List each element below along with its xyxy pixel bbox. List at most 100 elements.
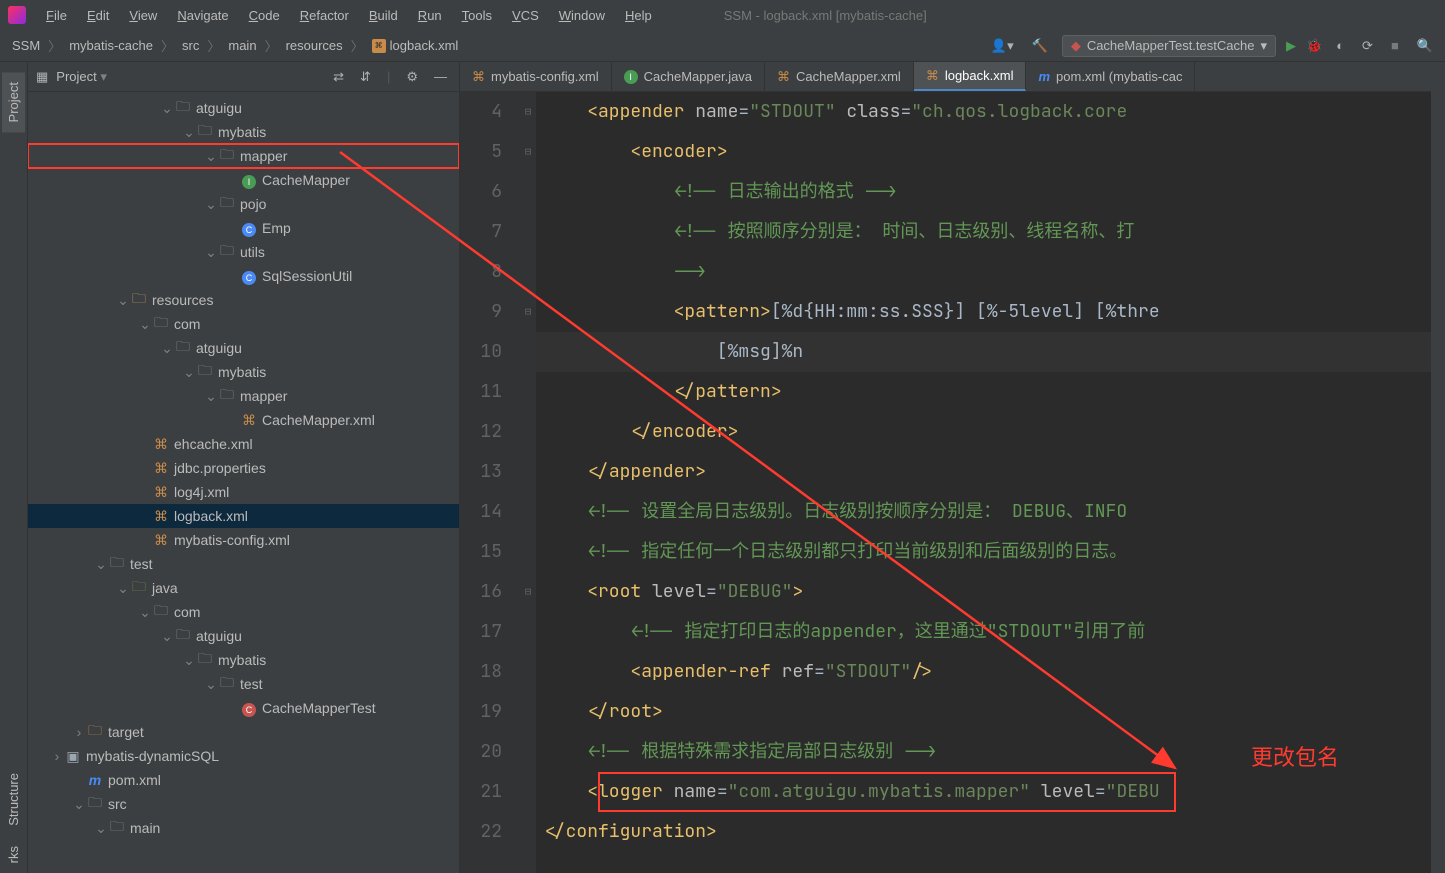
tree-row[interactable]: ⌄🗀mybatis [28,120,459,144]
bookmarks-tool-tab[interactable]: rks [2,836,25,873]
tree-row[interactable]: ⌄🗀com [28,600,459,624]
stop-icon[interactable]: ■ [1387,38,1403,53]
tree-row[interactable]: ⌘ehcache.xml [28,432,459,456]
menu-file[interactable]: File [36,4,77,27]
chevron-down-icon[interactable]: ⌄ [182,124,196,141]
fold-marker[interactable]: ⊟ [520,132,536,172]
code-line[interactable]: </appender> [536,452,1431,492]
fold-marker[interactable]: ⊟ [520,572,536,612]
fold-marker[interactable] [520,412,536,452]
fold-marker[interactable] [520,652,536,692]
tree-row[interactable]: ⌘mybatis-config.xml [28,528,459,552]
chevron-right-icon[interactable]: › [50,748,64,764]
menu-tools[interactable]: Tools [452,4,502,27]
chevron-down-icon[interactable]: ⌄ [160,100,174,117]
tree-row[interactable]: ⌄🗀java [28,576,459,600]
code-line[interactable]: <!-- 日志输出的格式 --> [536,172,1431,212]
tree-row[interactable]: ›▣mybatis-dynamicSQL [28,744,459,768]
menu-help[interactable]: Help [615,4,662,27]
breadcrumb-item[interactable]: mybatis-cache [65,36,157,55]
gear-icon[interactable]: ⚙ [402,69,422,85]
menu-navigate[interactable]: Navigate [167,4,238,27]
tree-row[interactable]: ⌘logback.xml [28,504,459,528]
profile-icon[interactable]: ⟳ [1358,38,1377,54]
code-line[interactable]: </root> [536,692,1431,732]
fold-marker[interactable] [520,252,536,292]
coverage-icon[interactable]: ◐ [1332,38,1348,53]
fold-marker[interactable] [520,532,536,572]
menu-vcs[interactable]: VCS [502,4,549,27]
menu-run[interactable]: Run [408,4,452,27]
chevron-down-icon[interactable]: ⌄ [182,652,196,669]
code-line[interactable]: --> [536,252,1431,292]
chevron-down-icon[interactable]: ⌄ [160,628,174,645]
menu-edit[interactable]: Edit [77,4,119,27]
tree-row[interactable]: ⌄🗀atguigu [28,624,459,648]
tree-row[interactable]: ⌘log4j.xml [28,480,459,504]
chevron-down-icon[interactable]: ⌄ [138,316,152,333]
chevron-down-icon[interactable]: ⌄ [204,244,218,261]
tree-row[interactable]: ⌄🗀com [28,312,459,336]
code-line[interactable]: </encoder> [536,412,1431,452]
chevron-down-icon[interactable]: ⌄ [138,604,152,621]
tree-row[interactable]: ⌄🗀pojo [28,192,459,216]
project-tree[interactable]: ⌄🗀atguigu⌄🗀mybatis⌄🗀mapperICacheMapper⌄🗀… [28,92,459,873]
breadcrumb-item[interactable]: resources [282,36,347,55]
run-config-selector[interactable]: ◆ CacheMapperTest.testCache ▾ [1062,35,1276,57]
fold-marker[interactable]: ⊟ [520,92,536,132]
code-area[interactable]: <appender name="STDOUT" class="ch.qos.lo… [536,92,1431,873]
chevron-down-icon[interactable]: ⌄ [204,196,218,213]
editor-tab[interactable]: mpom.xml (mybatis-cac [1026,62,1195,91]
build-icon[interactable]: 🔨 [1028,38,1052,54]
tree-row[interactable]: CEmp [28,216,459,240]
structure-tool-tab[interactable]: Structure [2,763,25,836]
editor-tab[interactable]: ⌘logback.xml [914,62,1027,91]
editor-body[interactable]: 45678910111213141516171819202122 ⊟⊟⊟⊟ <a… [460,92,1431,873]
menu-build[interactable]: Build [359,4,408,27]
code-line[interactable]: <pattern>[%d{HH:mm:ss.SSS}] [%-5level] [… [536,292,1431,332]
select-opened-icon[interactable]: ⇄ [329,69,348,85]
tree-row[interactable]: ⌘jdbc.properties [28,456,459,480]
user-icon[interactable]: 👤▾ [987,38,1018,54]
project-panel-label[interactable]: Project ▾ [56,69,321,85]
breadcrumb-item[interactable]: SSM [8,36,44,55]
chevron-down-icon[interactable]: ⌄ [182,364,196,381]
tree-row[interactable]: ICacheMapper [28,168,459,192]
tree-row[interactable]: ⌄🗀atguigu [28,336,459,360]
fold-marker[interactable] [520,812,536,852]
expand-all-icon[interactable]: ⇵ [356,69,375,85]
code-line[interactable]: <!-- 指定任何一个日志级别都只打印当前级别和后面级别的日志。 [536,532,1431,572]
tree-row[interactable]: ⌄🗀test [28,552,459,576]
code-line[interactable]: <encoder> [536,132,1431,172]
menu-window[interactable]: Window [549,4,615,27]
code-line[interactable]: <root level="DEBUG"> [536,572,1431,612]
breadcrumb-item[interactable]: src [178,36,203,55]
code-line[interactable]: </pattern> [536,372,1431,412]
chevron-down-icon[interactable]: ⌄ [116,292,130,309]
chevron-down-icon[interactable]: ⌄ [72,796,86,813]
fold-marker[interactable] [520,332,536,372]
fold-marker[interactable] [520,772,536,812]
fold-marker[interactable] [520,372,536,412]
tree-row[interactable]: mpom.xml [28,768,459,792]
editor-tab[interactable]: ICacheMapper.java [612,62,765,91]
menu-view[interactable]: View [119,4,167,27]
editor-tab[interactable]: ⌘CacheMapper.xml [765,62,914,91]
search-icon[interactable]: 🔍 [1413,38,1437,54]
code-line[interactable]: <!-- 按照顺序分别是： 时间、日志级别、线程名称、打 [536,212,1431,252]
code-line[interactable]: [%msg]%n [536,332,1431,372]
chevron-right-icon[interactable]: › [72,724,86,740]
fold-marker[interactable] [520,692,536,732]
code-line[interactable]: <appender name="STDOUT" class="ch.qos.lo… [536,92,1431,132]
code-line[interactable]: <!-- 指定打印日志的appender，这里通过"STDOUT"引用了前 [536,612,1431,652]
tree-row[interactable]: ⌄🗀mybatis [28,360,459,384]
breadcrumb-item[interactable]: main [224,36,260,55]
hide-panel-icon[interactable]: — [430,69,451,84]
tree-row[interactable]: ⌄🗀test [28,672,459,696]
editor-tab[interactable]: ⌘mybatis-config.xml [460,62,612,91]
fold-marker[interactable]: ⊟ [520,292,536,332]
tree-row[interactable]: ⌄🗀main [28,816,459,840]
chevron-down-icon[interactable]: ⌄ [204,676,218,693]
tree-row[interactable]: ›🗀target [28,720,459,744]
tree-row[interactable]: ⌄🗀mapper [28,144,459,168]
